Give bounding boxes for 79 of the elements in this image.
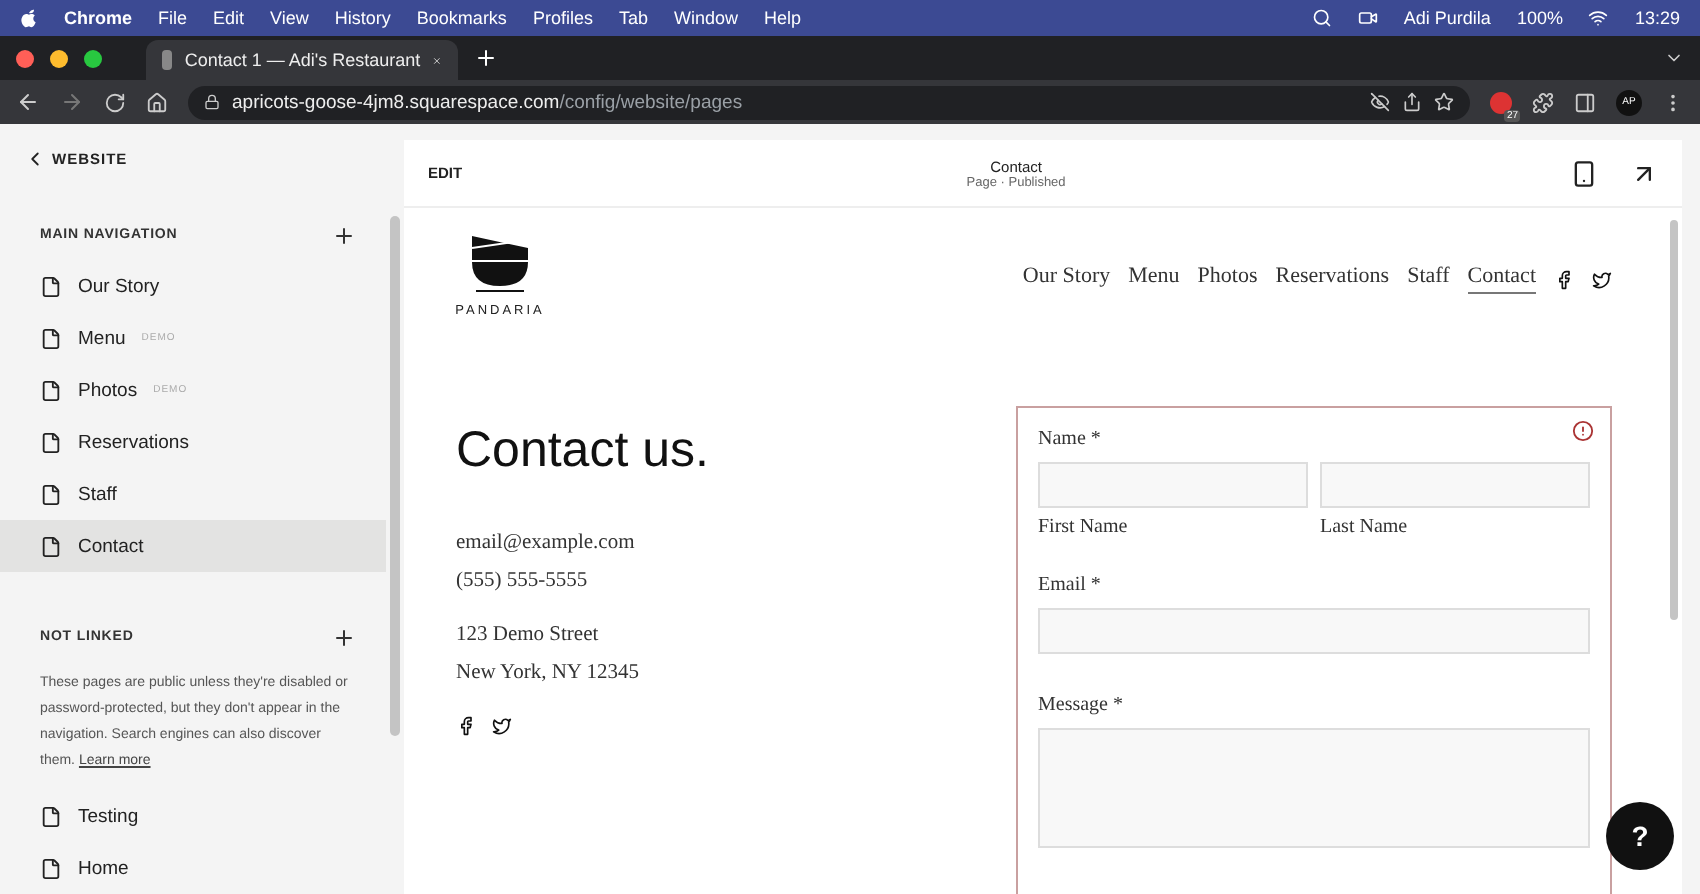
add-icon bbox=[332, 223, 356, 248]
nav-link[interactable]: Staff bbox=[1407, 264, 1450, 294]
menu-item[interactable]: View bbox=[270, 8, 309, 28]
app-menu[interactable]: Chrome bbox=[64, 8, 133, 28]
twitter-icon bbox=[492, 716, 512, 736]
star-icon bbox=[1434, 92, 1454, 112]
apple-logo-icon bbox=[20, 8, 38, 28]
nav-link[interactable]: Contact bbox=[1467, 264, 1536, 294]
home-icon bbox=[146, 91, 168, 113]
menu-item[interactable]: Tab bbox=[618, 8, 648, 28]
facebook-icon bbox=[1554, 269, 1574, 289]
page-item[interactable]: Home bbox=[0, 842, 386, 894]
battery-percent: 100% bbox=[1516, 8, 1563, 28]
minimize-window-icon[interactable] bbox=[50, 49, 68, 67]
wifi-icon bbox=[1588, 8, 1609, 28]
facebook-icon bbox=[456, 716, 476, 736]
message-field[interactable] bbox=[1038, 728, 1590, 848]
address-line: New York, NY 12345 bbox=[456, 660, 641, 688]
video-icon bbox=[1357, 8, 1378, 28]
scrollbar[interactable] bbox=[390, 216, 400, 736]
side-panel-icon bbox=[1574, 91, 1596, 113]
page-icon bbox=[40, 379, 62, 402]
contact-heading: Contact us. bbox=[456, 422, 709, 480]
close-window-icon[interactable] bbox=[16, 49, 34, 67]
reload-icon bbox=[104, 91, 126, 113]
share-icon bbox=[1402, 92, 1422, 112]
field-label: Name * bbox=[1038, 428, 1101, 450]
search-icon bbox=[1311, 8, 1332, 28]
page-icon bbox=[40, 483, 62, 506]
menu-item[interactable]: Profiles bbox=[532, 8, 593, 28]
forward-icon bbox=[60, 90, 84, 114]
menu-item[interactable]: Bookmarks bbox=[416, 8, 507, 28]
page-icon bbox=[40, 431, 62, 454]
page-item[interactable]: Testing bbox=[0, 790, 386, 842]
field-label: Email * bbox=[1038, 574, 1101, 596]
page-icon bbox=[40, 805, 62, 827]
menu-item[interactable]: Window bbox=[673, 8, 738, 28]
last-name-field[interactable] bbox=[1320, 462, 1590, 508]
menu-item[interactable]: Edit bbox=[213, 8, 245, 28]
field-hint: First Name bbox=[1038, 516, 1128, 538]
clock: 13:29 bbox=[1634, 8, 1680, 28]
page-item[interactable]: Staff bbox=[0, 468, 386, 521]
page-icon bbox=[40, 535, 62, 558]
first-name-field[interactable] bbox=[1038, 462, 1308, 508]
field-hint: Last Name bbox=[1320, 516, 1408, 538]
nav-link[interactable]: Reservations bbox=[1275, 264, 1390, 294]
phone-text: (555) 555-5555 bbox=[456, 568, 590, 596]
email-field[interactable] bbox=[1038, 608, 1590, 654]
page-icon bbox=[40, 327, 62, 350]
nav-link[interactable]: Photos bbox=[1197, 264, 1258, 294]
error-icon bbox=[1572, 420, 1594, 442]
page-item[interactable]: Contact bbox=[0, 520, 386, 573]
browser-tab[interactable]: Contact 1 — Adi's Restaurant bbox=[146, 40, 458, 80]
page-icon bbox=[40, 857, 62, 879]
mobile-icon bbox=[1570, 159, 1598, 187]
new-tab-icon bbox=[474, 46, 498, 70]
page-item[interactable]: Our Story bbox=[0, 260, 386, 313]
bowls-logo-icon bbox=[466, 232, 534, 292]
address-line: 123 Demo Street bbox=[456, 622, 601, 650]
menu-item[interactable]: Help bbox=[763, 8, 801, 28]
favicon-icon bbox=[162, 50, 173, 70]
menu-item[interactable]: File bbox=[158, 8, 188, 28]
user-name: Adi Purdila bbox=[1403, 8, 1491, 28]
address-bar[interactable]: apricots-goose-4jm8.squarespace.com/config/website/pages bbox=[188, 85, 1470, 119]
zoom-window-icon[interactable] bbox=[84, 49, 102, 67]
scrollbar[interactable] bbox=[1669, 220, 1677, 620]
eye-off-icon bbox=[1370, 92, 1390, 112]
field-label: Message * bbox=[1038, 694, 1123, 716]
email-text: email@example.com bbox=[456, 530, 637, 558]
twitter-icon bbox=[1592, 269, 1612, 289]
nav-link[interactable]: Menu bbox=[1128, 264, 1180, 294]
add-icon bbox=[332, 625, 356, 650]
puzzle-icon bbox=[1532, 91, 1554, 113]
menu-item[interactable]: History bbox=[334, 8, 391, 28]
nav-link[interactable]: Our Story bbox=[1022, 264, 1111, 294]
lock-icon bbox=[204, 94, 220, 110]
page-item[interactable]: Reservations bbox=[0, 416, 386, 469]
back-icon bbox=[16, 90, 40, 114]
page-icon bbox=[40, 275, 62, 298]
